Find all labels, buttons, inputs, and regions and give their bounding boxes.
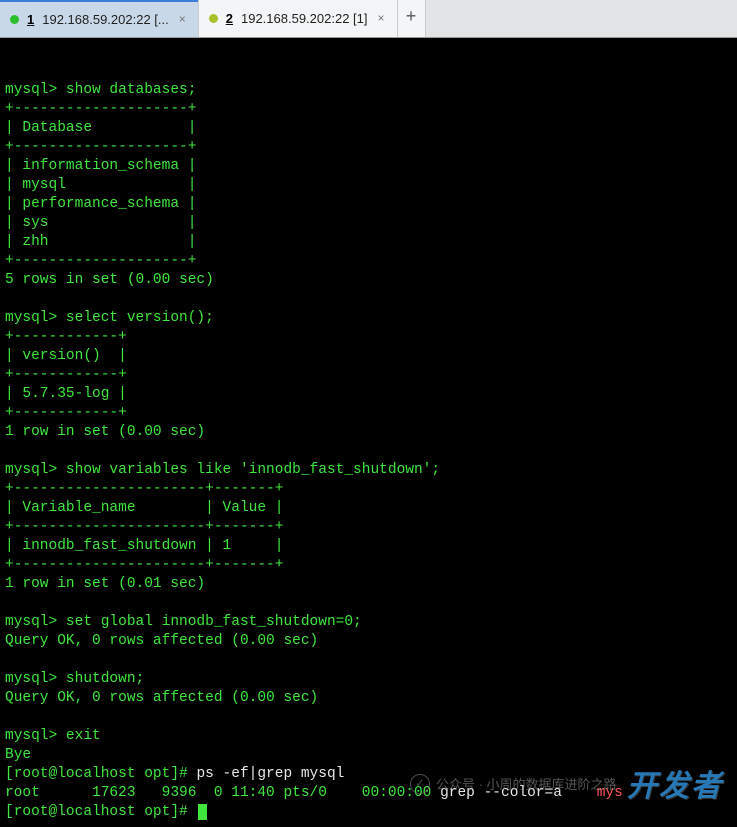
tab-number: 1 [27,10,34,29]
terminal-line: Query OK, 0 rows affected (0.00 sec) [5,690,318,706]
terminal-line: 5 rows in set (0.00 sec) [5,272,214,288]
close-icon[interactable]: × [376,9,387,28]
shell-command: ps -ef|grep mysql [196,766,344,782]
terminal-line: | sys | [5,215,196,231]
terminal-line: | innodb_fast_shutdown | 1 | [5,538,283,554]
terminal-line: mysql> exit [5,728,101,744]
terminal-line: +--------------------+ [5,139,196,155]
terminal-line: +------------+ [5,367,127,383]
cursor-icon [198,804,207,820]
terminal-line: 1 row in set (0.00 sec) [5,424,205,440]
terminal-line: +----------------------+-------+ [5,557,283,573]
tab-label: 192.168.59.202:22 [... [42,10,169,29]
terminal-line: | information_schema | [5,158,196,174]
terminal-line: | 5.7.35-log | [5,386,127,402]
shell-prompt: [root@localhost opt]# [5,766,196,782]
terminal-line: +------------+ [5,329,127,345]
watermark-source: ✓ 公众号 · 小周的数据库进阶之路 [410,774,617,794]
terminal-line: mysql> show variables like 'innodb_fast_… [5,462,440,478]
terminal-line: mysql> shutdown; [5,671,144,687]
terminal-line: | version() | [5,348,127,364]
terminal-line: mysql> set global innodb_fast_shutdown=0… [5,614,362,630]
close-icon[interactable]: × [177,10,188,29]
tab-label: 192.168.59.202:22 [1] [241,9,368,28]
status-dot-icon [10,15,19,24]
terminal-line: | Variable_name | Value | [5,500,283,516]
terminal-line: | Database | [5,120,196,136]
terminal-line: Bye [5,747,31,763]
status-dot-icon [209,14,218,23]
wechat-icon: ✓ [410,774,430,794]
terminal-line: root 17623 9396 0 11:40 pts/0 00:00:00 [5,785,440,801]
terminal-line: | performance_schema | [5,196,196,212]
terminal-line: | mysql | [5,177,196,193]
terminal-line: +----------------------+-------+ [5,519,283,535]
tab-number: 2 [226,9,233,28]
terminal-line: +--------------------+ [5,253,196,269]
new-tab-button[interactable]: + [398,0,426,37]
terminal-line: 1 row in set (0.01 sec) [5,576,205,592]
shell-prompt: [root@localhost opt]# [5,804,196,820]
terminal-line: +--------------------+ [5,101,196,117]
tab-active[interactable]: 1 192.168.59.202:22 [... × [0,0,198,37]
tab-inactive[interactable]: 2 192.168.59.202:22 [1] × [198,0,398,37]
watermark-text: 公众号 · 小周的数据库进阶之路 [436,775,617,794]
watermark-brand: 开发者 [627,777,723,796]
terminal-line: +------------+ [5,405,127,421]
tab-bar: 1 192.168.59.202:22 [... × 2 192.168.59.… [0,0,737,38]
terminal-output[interactable]: mysql> show databases; +----------------… [0,38,737,827]
terminal-line: Query OK, 0 rows affected (0.00 sec) [5,633,318,649]
terminal-line: mysql> select version(); [5,310,214,326]
terminal-line: +----------------------+-------+ [5,481,283,497]
terminal-line: | zhh | [5,234,196,250]
terminal-line: mysql> show databases; [5,82,196,98]
